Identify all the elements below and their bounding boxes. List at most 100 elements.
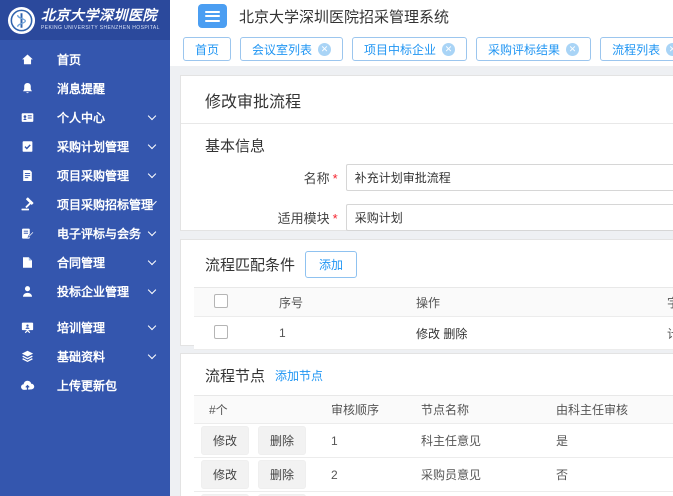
tab-label: 会议室列表: [252, 41, 312, 58]
edit-node-button[interactable]: 修改: [201, 460, 249, 489]
match-conditions-panel: 流程匹配条件 添加 序号 操作 字 1 修改 删除 计: [180, 239, 673, 346]
name-cell: 科主任意见: [406, 432, 541, 449]
match-conditions-table: 序号 操作 字 1 修改 删除 计: [194, 287, 673, 350]
delete-node-button[interactable]: 删除: [258, 460, 306, 489]
document-icon: [20, 168, 35, 183]
dept-head-cell: 否: [541, 466, 673, 483]
table-row: 修改 删除 2 采购员意见 否: [194, 458, 673, 492]
sidebar-menu: 首页 消息提醒 个人中心 采购计划管理 项目采购管理: [0, 40, 170, 400]
sidebar-item-profile[interactable]: 个人中心: [0, 103, 170, 132]
tab-project-winning-bidders[interactable]: 项目中标企业 ✕: [352, 37, 467, 61]
chevron-down-icon: [148, 228, 156, 236]
home-icon: [20, 52, 35, 67]
sidebar-item-label: 电子评标与会务: [57, 225, 149, 242]
sidebar-item-label: 上传更新包: [57, 377, 155, 394]
chevron-down-icon: [148, 322, 156, 330]
column-header-order: 审核顺序: [316, 401, 406, 418]
edit-node-button[interactable]: 修改: [201, 426, 249, 455]
bell-icon: [20, 81, 35, 96]
sidebar-item-label: 培训管理: [57, 319, 149, 336]
sidebar-item-label: 基础资料: [57, 348, 149, 365]
name-field-label: 名称*: [181, 168, 338, 187]
select-all-checkbox[interactable]: [214, 294, 228, 308]
gavel-icon: [20, 197, 35, 212]
module-field-label: 适用模块*: [181, 208, 338, 227]
clipboard-check-icon: [20, 139, 35, 154]
close-icon[interactable]: ✕: [666, 43, 673, 56]
row-checkbox[interactable]: [214, 325, 228, 339]
sidebar-item-base-data[interactable]: 基础资料: [0, 342, 170, 371]
name-input[interactable]: [346, 164, 673, 191]
column-header-dept-head: 由科主任审核: [541, 401, 673, 418]
basic-info-section-title: 基本信息: [205, 135, 655, 156]
chevron-down-icon: [148, 257, 156, 265]
add-node-link[interactable]: 添加节点: [275, 367, 323, 384]
tab-label: 流程列表: [612, 41, 660, 58]
match-conditions-title: 流程匹配条件: [205, 254, 295, 275]
sidebar-item-messages[interactable]: 消息提醒: [0, 74, 170, 103]
sidebar-item-label: 项目采购管理: [57, 167, 149, 184]
sidebar-item-contract[interactable]: 合同管理: [0, 248, 170, 277]
sidebar-item-label: 投标企业管理: [57, 283, 149, 300]
table-row: 1 修改 删除 计: [194, 317, 673, 350]
table-row-clipped: 修改 删除: [194, 492, 673, 496]
flow-nodes-panel: 流程节点 添加节点 #个 审核顺序 节点名称 由科主任审核 修改 删除 1 科主…: [180, 353, 673, 496]
flow-nodes-table: #个 审核顺序 节点名称 由科主任审核 修改 删除 1 科主任意见 是 修改 删…: [194, 395, 673, 496]
sidebar-item-bidder-management[interactable]: 投标企业管理: [0, 277, 170, 306]
column-header-action: #个: [194, 401, 316, 418]
table-row: 修改 删除 1 科主任意见 是: [194, 424, 673, 458]
sidebar-item-label: 项目采购招标管理: [57, 196, 153, 213]
sidebar-item-procurement-plan[interactable]: 采购计划管理: [0, 132, 170, 161]
hospital-logo-icon: [7, 6, 36, 35]
order-cell: 1: [316, 434, 406, 448]
sidebar-item-home[interactable]: 首页: [0, 45, 170, 74]
document-edit-icon: [20, 226, 35, 241]
top-header: 北京大学深圳医院招采管理系统: [170, 0, 673, 32]
delete-node-button[interactable]: 删除: [258, 426, 306, 455]
sidebar-item-label: 消息提醒: [57, 80, 155, 97]
sidebar-item-project-procurement[interactable]: 项目采购管理: [0, 161, 170, 190]
layers-icon: [20, 349, 35, 364]
id-card-icon: [20, 110, 35, 125]
clipped-cell: 计: [646, 325, 673, 342]
required-asterisk: *: [333, 211, 338, 226]
close-icon[interactable]: ✕: [318, 43, 331, 56]
tab-label: 采购评标结果: [488, 41, 560, 58]
contract-icon: [20, 255, 35, 270]
table-header-row: 序号 操作 字: [194, 287, 673, 317]
tab-label: 项目中标企业: [364, 41, 436, 58]
module-input[interactable]: [346, 204, 673, 231]
tab-process-list[interactable]: 流程列表 ✕: [600, 37, 673, 61]
tab-evaluation-results[interactable]: 采购评标结果 ✕: [476, 37, 591, 61]
flow-nodes-title: 流程节点: [205, 365, 265, 386]
column-header-clipped: 字: [646, 294, 673, 311]
sidebar-item-e-evaluation[interactable]: 电子评标与会务: [0, 219, 170, 248]
chevron-down-icon: [148, 141, 156, 149]
close-icon[interactable]: ✕: [442, 43, 455, 56]
hospital-name: 北京大学深圳医院: [41, 9, 160, 23]
sidebar-item-label: 个人中心: [57, 109, 149, 126]
dept-head-cell: 是: [541, 432, 673, 449]
hamburger-menu-button[interactable]: [198, 4, 227, 28]
sidebar-item-project-bidding[interactable]: 项目采购招标管理: [0, 190, 170, 219]
close-icon[interactable]: ✕: [566, 43, 579, 56]
tab-meeting-room-list[interactable]: 会议室列表 ✕: [240, 37, 343, 61]
tab-home[interactable]: 首页: [183, 37, 231, 61]
seq-cell: 1: [258, 326, 395, 340]
sidebar-item-label: 首页: [57, 51, 155, 68]
sidebar: 北京大学深圳医院 PEKING UNIVERSITY SHENZHEN HOSP…: [0, 0, 170, 496]
column-header-seq: 序号: [258, 294, 395, 311]
sidebar-item-label: 采购计划管理: [57, 138, 149, 155]
table-header-row: #个 审核顺序 节点名称 由科主任审核: [194, 395, 673, 424]
sidebar-item-label: 合同管理: [57, 254, 149, 271]
sidebar-item-training[interactable]: 培训管理: [0, 313, 170, 342]
chevron-down-icon: [148, 112, 156, 120]
required-asterisk: *: [333, 171, 338, 186]
chevron-down-icon: [148, 170, 156, 178]
add-condition-button[interactable]: 添加: [305, 251, 357, 278]
name-cell: 采购员意见: [406, 466, 541, 483]
presentation-icon: [20, 320, 35, 335]
column-header-name: 节点名称: [406, 401, 541, 418]
sidebar-item-upload-package[interactable]: 上传更新包: [0, 371, 170, 400]
row-actions[interactable]: 修改 删除: [395, 325, 646, 342]
